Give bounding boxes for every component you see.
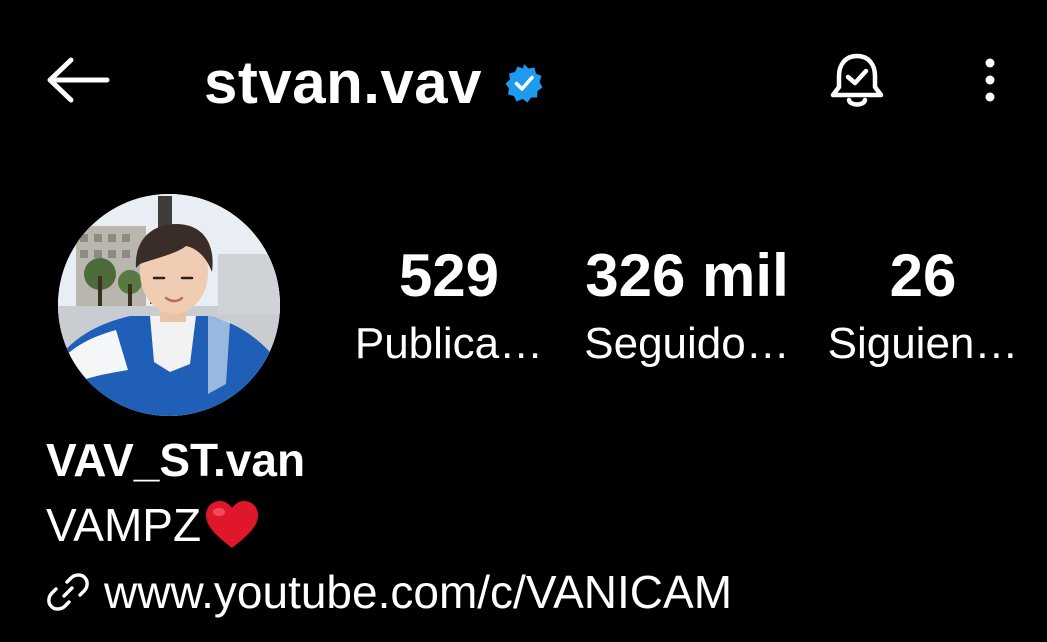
notifications-button[interactable] xyxy=(822,46,892,116)
red-heart-icon xyxy=(203,499,261,551)
display-name: VAV_ST.van xyxy=(46,434,306,486)
bio: VAMPZ xyxy=(46,496,261,554)
profile-avatar[interactable] xyxy=(58,194,280,416)
followers-stat[interactable]: 326 mil Seguido… xyxy=(573,238,801,372)
following-stat[interactable]: 26 Siguien… xyxy=(820,238,1026,372)
link-icon xyxy=(46,570,90,614)
bio-text: VAMPZ xyxy=(46,499,202,551)
more-vertical-icon xyxy=(985,58,995,102)
arrow-left-icon xyxy=(47,57,110,103)
posts-count: 529 xyxy=(398,242,500,309)
back-button[interactable] xyxy=(40,50,116,110)
followers-label: Seguido… xyxy=(584,319,790,368)
posts-label: Publica… xyxy=(354,319,544,368)
followers-count: 326 mil xyxy=(585,242,789,309)
profile-link[interactable]: www.youtube.com/c/VANICAM xyxy=(46,562,732,622)
following-count: 26 xyxy=(889,242,957,309)
username-header: stvan.vav xyxy=(204,46,544,120)
more-options-button[interactable] xyxy=(966,50,1014,110)
profile-link-text: www.youtube.com/c/VANICAM xyxy=(104,566,733,618)
bell-check-icon xyxy=(830,53,884,107)
following-label: Siguien… xyxy=(827,319,1019,368)
username: stvan.vav xyxy=(204,49,483,116)
profile-photo xyxy=(58,194,280,416)
top-app-bar: stvan.vav xyxy=(0,0,1047,160)
posts-stat[interactable]: 529 Publica… xyxy=(345,238,553,372)
verified-badge-icon xyxy=(504,63,544,103)
